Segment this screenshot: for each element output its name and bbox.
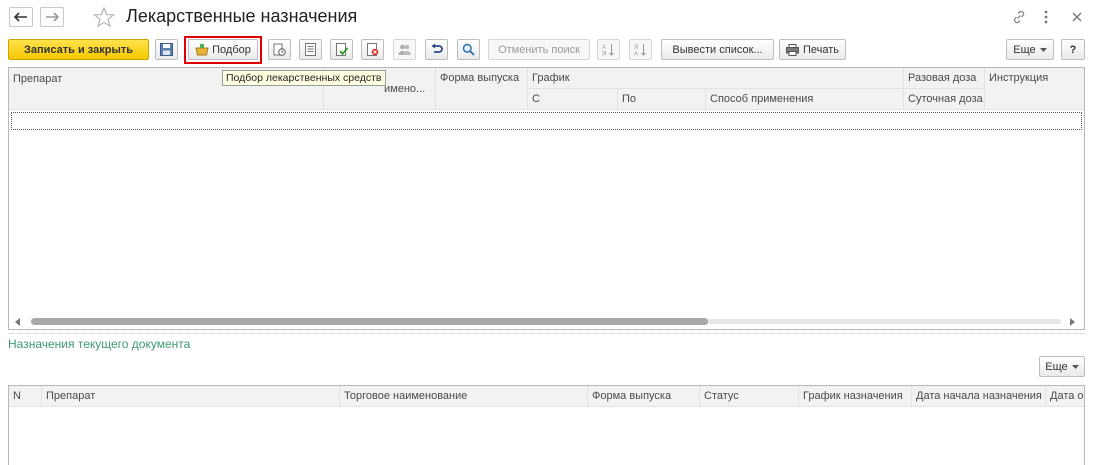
col-to[interactable]: По bbox=[618, 89, 706, 110]
col-single-dose[interactable]: Разовая доза bbox=[904, 68, 985, 89]
save-button[interactable] bbox=[155, 39, 178, 60]
scrollbar-thumb[interactable] bbox=[31, 318, 708, 325]
link-icon[interactable] bbox=[1010, 8, 1028, 26]
section-title: Назначения текущего документа bbox=[8, 337, 191, 351]
col-end-date[interactable]: Дата о bbox=[1046, 386, 1084, 407]
col-preparation[interactable]: Препарат bbox=[42, 386, 340, 407]
sort-descending-icon: Я A bbox=[634, 44, 646, 57]
table-row-selected[interactable] bbox=[11, 112, 1082, 130]
chevron-down-icon bbox=[1039, 47, 1047, 52]
more-label: Еще bbox=[1013, 43, 1036, 56]
cancel-search-label: Отменить поиск bbox=[498, 43, 580, 56]
users-button[interactable] bbox=[393, 39, 416, 60]
undo-button[interactable] bbox=[425, 39, 448, 60]
col-release-form[interactable]: Форма выпуска bbox=[588, 386, 700, 407]
save-and-close-button[interactable]: Записать и закрыть bbox=[8, 39, 149, 60]
col-release-form[interactable]: Форма выпуска bbox=[436, 68, 528, 110]
document-clock-icon bbox=[273, 43, 286, 56]
arrow-right-icon bbox=[46, 12, 59, 22]
document-list-icon bbox=[305, 43, 316, 56]
scroll-left-arrow[interactable] bbox=[15, 317, 23, 327]
favorite-star-icon[interactable] bbox=[92, 6, 116, 31]
more-button[interactable]: Еще bbox=[1006, 39, 1054, 60]
sort-ascending-icon: A Я bbox=[602, 44, 614, 57]
col-trade-name[interactable]: Торговое наименование bbox=[340, 386, 588, 407]
help-button[interactable]: ? bbox=[1061, 39, 1085, 60]
page-title: Лекарственные назначения bbox=[126, 6, 358, 26]
svg-text:Я: Я bbox=[634, 45, 638, 51]
selection-label: Подбор bbox=[212, 43, 251, 56]
col-method[interactable]: Способ применения bbox=[706, 89, 904, 110]
col-start-date[interactable]: Дата начала назначения bbox=[912, 386, 1046, 407]
col-schedule[interactable]: График назначения bbox=[799, 386, 912, 407]
document-check-icon bbox=[336, 43, 348, 56]
search-button[interactable] bbox=[457, 39, 480, 60]
help-label: ? bbox=[1069, 43, 1077, 56]
post-button[interactable] bbox=[330, 39, 353, 60]
selection-tooltip: Подбор лекарственных средств bbox=[222, 70, 386, 86]
col-status[interactable]: Статус bbox=[700, 386, 799, 407]
forward-button[interactable] bbox=[40, 7, 64, 27]
sort-ascending-button[interactable]: A Я bbox=[597, 39, 620, 60]
undo-arrow-icon bbox=[431, 43, 443, 53]
section-more-button[interactable]: Еще bbox=[1039, 356, 1085, 377]
col-daily-dose[interactable]: Суточная доза bbox=[904, 89, 985, 110]
section-divider bbox=[8, 333, 1085, 334]
document-cancel-icon bbox=[367, 43, 379, 56]
floppy-disk-icon bbox=[160, 43, 173, 56]
print-button[interactable]: Печать bbox=[779, 39, 846, 60]
more-vertical-icon[interactable] bbox=[1040, 8, 1052, 26]
output-list-label: Вывести список... bbox=[672, 43, 763, 56]
selection-button[interactable]: Подбор bbox=[188, 39, 258, 60]
search-icon bbox=[462, 43, 475, 56]
current-prescriptions-table[interactable]: N Препарат Торговое наименование Форма в… bbox=[8, 385, 1085, 465]
save-and-close-label: Записать и закрыть bbox=[23, 43, 134, 56]
col-instruction[interactable]: Инструкция bbox=[985, 68, 1084, 110]
back-button[interactable] bbox=[9, 7, 33, 27]
col-n[interactable]: N bbox=[9, 386, 42, 407]
svg-text:A: A bbox=[634, 52, 638, 57]
close-icon[interactable] bbox=[1068, 8, 1086, 26]
col-trade-name-label: именo... bbox=[384, 82, 426, 95]
basket-icon bbox=[195, 44, 209, 56]
drug-selection-table[interactable]: Препарат именo... Форма выпуска График С… bbox=[8, 67, 1085, 330]
print-label: Печать bbox=[802, 43, 840, 56]
cancel-search-button[interactable]: Отменить поиск bbox=[488, 39, 590, 60]
col-preparation-lower bbox=[9, 89, 324, 110]
col-schedule[interactable]: График bbox=[528, 68, 904, 89]
fill-button[interactable] bbox=[268, 39, 291, 60]
arrow-left-icon bbox=[14, 12, 27, 22]
sort-descending-button[interactable]: Я A bbox=[629, 39, 652, 60]
svg-text:Я: Я bbox=[602, 52, 606, 57]
users-icon bbox=[398, 44, 411, 55]
section-more-label: Еще bbox=[1045, 360, 1068, 373]
output-list-button[interactable]: Вывести список... bbox=[661, 39, 774, 60]
col-from[interactable]: С bbox=[528, 89, 618, 110]
list-button[interactable] bbox=[299, 39, 322, 60]
svg-text:A: A bbox=[602, 45, 606, 51]
scroll-right-arrow[interactable] bbox=[1070, 317, 1078, 327]
chevron-down-icon bbox=[1071, 364, 1079, 369]
unpost-button[interactable] bbox=[361, 39, 384, 60]
printer-icon bbox=[785, 43, 799, 56]
